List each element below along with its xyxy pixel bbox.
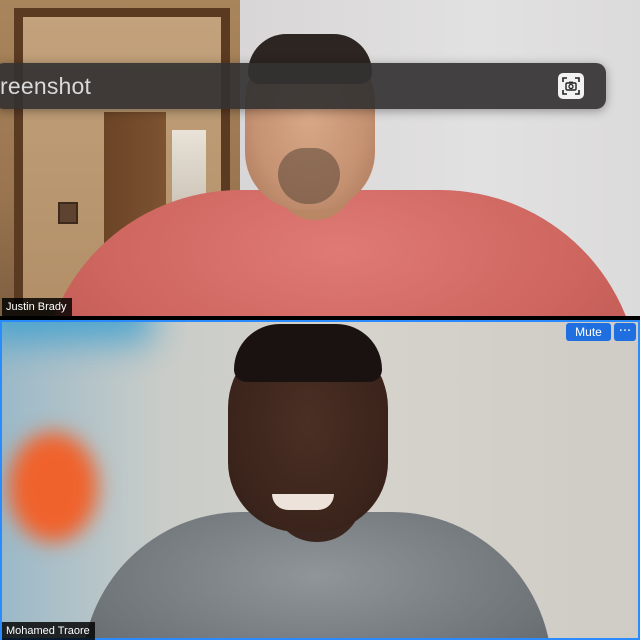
wall-picture-frame [58,202,78,224]
blurred-blue-object [2,322,152,342]
participant-beard [278,148,340,204]
participant-hair [234,324,382,382]
participant-name-label: Justin Brady [2,298,72,316]
screenshot-toolbar-title: reenshot [0,72,92,99]
camera-capture-icon[interactable] [558,73,584,99]
participant-smile [272,494,334,510]
screenshot-toolbar: reenshot [0,63,606,109]
participant-name-label: Mohamed Traore [2,622,95,640]
active-participant-video-tile[interactable] [0,320,640,640]
blurred-orange-object [8,432,98,542]
participant-video-feed [0,0,640,316]
participant-video-feed [2,322,638,638]
more-options-button[interactable]: ··· [614,323,636,341]
participant-video-tile[interactable]: Justin Brady [0,0,640,316]
mute-participant-button[interactable]: Mute [566,323,611,341]
video-call-window: Justin Brady Mohamed Traore Mute ··· ree… [0,0,640,640]
